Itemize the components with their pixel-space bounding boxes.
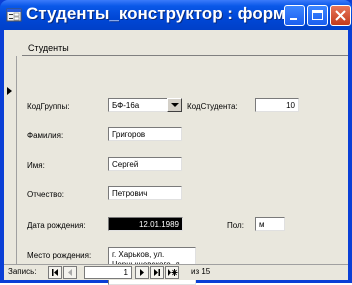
prev-record-button[interactable] [63,266,77,279]
group-combo[interactable]: БФ-16а [108,98,168,112]
group-label: КодГруппы: [27,102,70,111]
first-name-label: Имя: [27,161,45,170]
last-record-icon [154,269,160,276]
window-title: Студенты_конструктор : форма [26,4,295,23]
birth-date-field[interactable]: 12.01.1989 [108,217,183,231]
student-code-label: КодСтудента: [187,102,238,111]
last-name-field[interactable]: Григоров [108,127,182,141]
new-record-icon [168,269,178,276]
group-dropdown-button[interactable] [167,98,182,112]
minimize-icon [290,18,297,20]
prev-record-icon [68,269,72,276]
maximize-button[interactable] [307,5,328,26]
title-bar[interactable]: Студенты_конструктор : форма [0,0,352,30]
student-code-field[interactable]: 10 [255,98,299,112]
record-selector[interactable] [4,56,17,264]
next-record-button[interactable] [135,266,149,279]
new-record-button[interactable] [165,266,179,279]
form-window: Студенты_конструктор : форма Студенты Ко… [0,0,352,285]
last-name-label: Фамилия: [27,131,64,140]
close-icon [335,10,346,21]
record-count: из 15 [191,267,211,276]
current-record-input[interactable]: 1 [84,266,132,279]
birth-date-label: Дата рождения: [27,221,86,230]
gender-field[interactable]: м [255,217,285,231]
close-button[interactable] [330,5,351,26]
form-icon [6,8,22,22]
maximize-icon [312,10,323,20]
chevron-down-icon [171,103,179,107]
gender-label: Пол: [227,221,244,230]
form-detail: КодГруппы: БФ-16а КодСтудента: 10 Фамили… [17,56,348,285]
record-label: Запись: [8,267,37,276]
birthplace-label: Место рождения: [27,251,92,260]
form-header: Студенты [4,30,348,54]
first-record-button[interactable] [48,266,62,279]
form-client-area: Студенты КодГруппы: БФ-16а КодСтудента: … [4,30,348,285]
next-record-icon [140,269,144,276]
last-record-button[interactable] [150,266,164,279]
first-record-icon [52,269,58,276]
patronymic-field[interactable]: Петрович [108,186,182,200]
patronymic-label: Отчество: [27,190,64,199]
form-header-label: Студенты [28,43,69,53]
record-navigation-bar: Запись: 1 из 15 [4,264,348,280]
first-name-field[interactable]: Сергей [108,157,182,171]
current-record-arrow-icon [7,87,12,95]
minimize-button[interactable] [284,5,305,26]
